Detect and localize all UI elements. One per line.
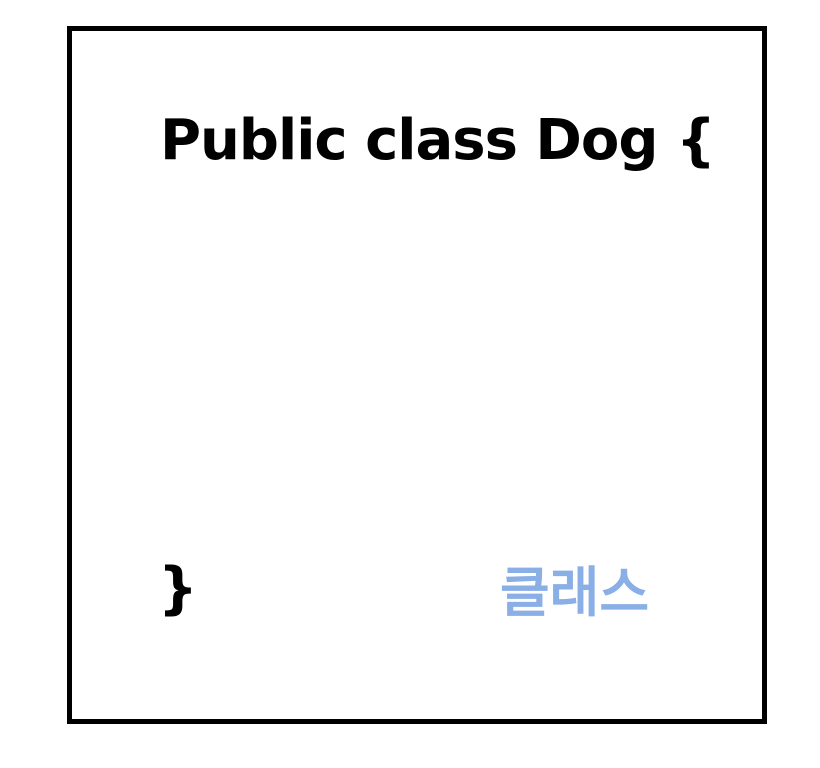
- class-frame: Public class Dog { } 클래스: [67, 26, 767, 724]
- class-label: 클래스: [500, 561, 650, 624]
- class-declaration-line: Public class Dog {: [160, 108, 716, 173]
- class-closing-brace: }: [158, 556, 198, 621]
